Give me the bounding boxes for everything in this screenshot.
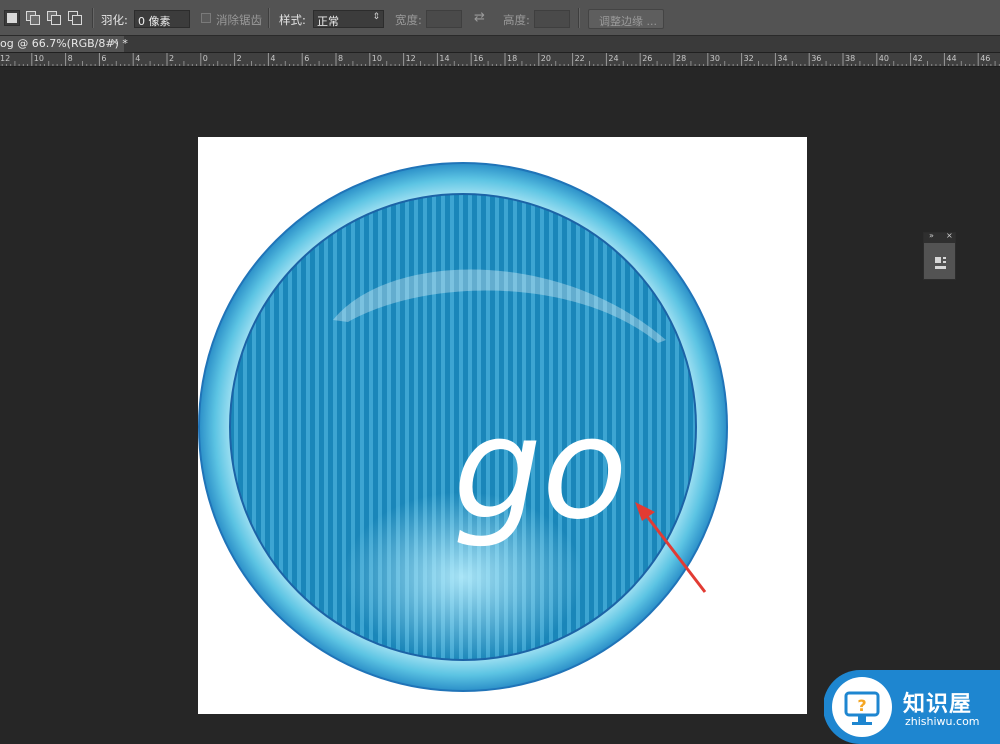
width-input[interactable] — [426, 10, 462, 28]
ruler-label: 0 — [203, 54, 208, 63]
panel-tool-icon[interactable] — [924, 243, 955, 279]
height-input[interactable] — [534, 10, 570, 28]
ruler-label: 10 — [34, 54, 44, 63]
ruler-label: 8 — [68, 54, 73, 63]
select-arrows-icon: ⇕ — [372, 12, 380, 22]
ruler-label: 32 — [744, 54, 754, 63]
style-select[interactable]: 正常 ⇕ — [313, 10, 384, 28]
horizontal-ruler[interactable]: 12 10 8 6 4 2 0 2 4 6 8 10 12 14 16 18 20 22 24 26 28 30 32 34 3… — [0, 53, 1000, 67]
expand-panel-icon[interactable]: » — [929, 231, 934, 240]
watermark-url: zhishiwu.com — [905, 715, 980, 728]
ruler-label: 16 — [473, 54, 483, 63]
ruler-label: 6 — [101, 54, 106, 63]
ruler-label: 22 — [575, 54, 585, 63]
antialias-label: 消除锯齿 — [216, 13, 262, 27]
svg-text:?: ? — [857, 696, 866, 715]
close-icon[interactable]: × — [111, 37, 119, 48]
ruler-label: 8 — [338, 54, 343, 63]
document-tab-title: og @ 66.7%(RGB/8#) * — [0, 37, 128, 50]
add-selection-button[interactable] — [25, 10, 40, 25]
ruler-label: 12 — [0, 54, 10, 63]
ruler-label: 4 — [270, 54, 275, 63]
refine-edge-button[interactable]: 调整边缘 ... — [588, 9, 664, 29]
ruler-label: 42 — [913, 54, 923, 63]
subtract-selection-button[interactable] — [46, 10, 61, 25]
ruler-ticks: 12 10 8 6 4 2 0 2 4 6 8 10 12 14 16 18 20 22 24 26 28 30 32 34 3… — [0, 53, 1000, 66]
new-selection-icon — [7, 13, 17, 23]
go-button-artwork: go — [198, 162, 728, 692]
feather-label: 羽化: — [101, 13, 128, 27]
ruler-label: 44 — [946, 54, 956, 63]
ruler-label: 18 — [507, 54, 517, 63]
height-label: 高度: — [503, 13, 530, 27]
ruler-label: 14 — [439, 54, 449, 63]
document-tab[interactable]: og @ 66.7%(RGB/8#) * × — [0, 36, 128, 52]
style-select-value: 正常 — [317, 15, 339, 28]
ruler-label: 10 — [372, 54, 382, 63]
ruler-label: 34 — [777, 54, 787, 63]
document-canvas[interactable]: go — [198, 137, 807, 714]
ruler-label: 24 — [608, 54, 618, 63]
separator — [578, 8, 580, 28]
ruler-label: 2 — [237, 54, 242, 63]
go-text: go — [453, 388, 628, 551]
ruler-label: 36 — [811, 54, 821, 63]
feather-input[interactable]: 0 像素 — [134, 10, 190, 28]
ruler-label: 6 — [304, 54, 309, 63]
ruler-label: 4 — [135, 54, 140, 63]
ruler-label: 2 — [169, 54, 174, 63]
ruler-label: 30 — [710, 54, 720, 63]
width-label: 宽度: — [395, 13, 422, 27]
separator — [92, 8, 94, 28]
ruler-label: 38 — [845, 54, 855, 63]
watermark-title: 知识屋 — [903, 692, 973, 717]
options-bar: 羽化: 0 像素 消除锯齿 样式: 正常 ⇕ 宽度: ⇄ 高度: 调整边缘 ..… — [0, 0, 1000, 36]
ruler-label: 26 — [642, 54, 652, 63]
ruler-label: 28 — [676, 54, 686, 63]
style-label: 样式: — [279, 13, 306, 27]
panel-header[interactable]: » × — [924, 231, 955, 243]
document-tab-bar: og @ 66.7%(RGB/8#) * × — [0, 36, 1000, 53]
new-selection-button[interactable] — [4, 10, 20, 26]
collapsed-panel[interactable]: » × — [923, 231, 956, 280]
antialias-checkbox[interactable] — [201, 13, 211, 23]
ruler-label: 46 — [980, 54, 990, 63]
ruler-label: 12 — [406, 54, 416, 63]
close-panel-icon[interactable]: × — [946, 231, 953, 240]
separator — [268, 8, 270, 28]
ruler-label: 40 — [879, 54, 889, 63]
ruler-label: 20 — [541, 54, 551, 63]
swap-dimensions-icon[interactable]: ⇄ — [474, 10, 485, 25]
intersect-selection-button[interactable] — [67, 10, 82, 25]
